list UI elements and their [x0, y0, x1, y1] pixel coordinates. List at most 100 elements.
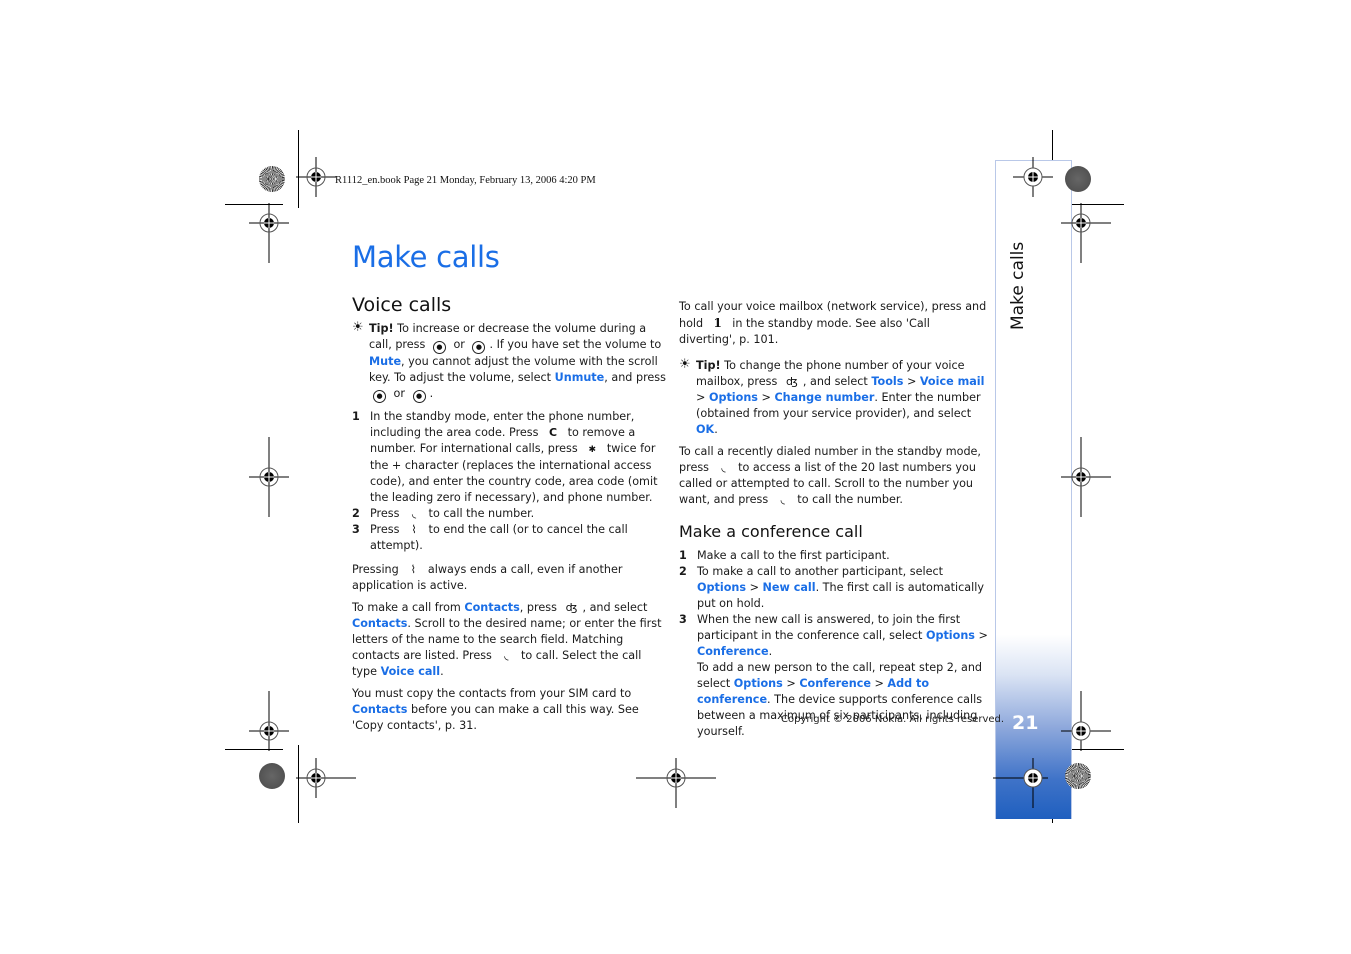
menu-ref-options: Options — [697, 581, 747, 594]
separator: > — [757, 391, 775, 404]
step-text: Press — [370, 523, 403, 536]
step-number: 1 — [352, 410, 360, 423]
registration-mark-icon — [296, 157, 336, 197]
section-heading-conference-call: Make a conference call — [679, 522, 863, 541]
separator: > — [696, 391, 709, 404]
menu-ref-conference: Conference — [799, 677, 871, 690]
menu-ref-new-call: New call — [762, 581, 816, 594]
registration-mark-icon — [249, 203, 289, 263]
paragraph-recent-calls: To call a recently dialed number in the … — [679, 444, 989, 508]
list-item: 1 Make a call to the first participant. — [679, 548, 989, 564]
list-item: 1 In the standby mode, enter the phone n… — [352, 409, 667, 506]
color-target-icon — [259, 763, 285, 789]
scroll-up-key-icon: ● — [373, 390, 386, 403]
tip-text: . — [429, 387, 434, 400]
paragraph-end-key: Pressing ⌇ always ends a call, even if a… — [352, 562, 667, 594]
step-text: To make a call to another participant, s… — [697, 565, 943, 578]
menu-ref-voice-mail: Voice mail — [919, 375, 985, 388]
tip-text: , and press — [604, 371, 666, 384]
voice-call-steps: 1 In the standby mode, enter the phone n… — [352, 409, 667, 554]
menu-ref-mute: Mute — [369, 355, 402, 368]
menu-ref-conference: Conference — [697, 645, 769, 658]
separator: > — [870, 677, 888, 690]
scroll-down-key-icon: ● — [412, 390, 426, 403]
tip-lightbulb-icon: ☀ — [352, 320, 364, 335]
scroll-down-key-icon: ● — [472, 341, 486, 354]
left-column: Voice calls ☀ Tip! To increase or decrea… — [352, 294, 667, 740]
menu-key-icon: ʤ — [565, 601, 578, 614]
menu-ref-contacts: Contacts — [352, 617, 408, 630]
menu-ref-contacts: Contacts — [464, 601, 520, 614]
end-key-icon: ⌇ — [411, 523, 417, 536]
registration-mark-icon — [249, 437, 289, 517]
section-heading-voice-calls: Voice calls — [352, 294, 452, 316]
tip-lightbulb-icon: ☀ — [679, 357, 691, 372]
conference-call-steps: 1 Make a call to the first participant. … — [679, 548, 989, 740]
registration-mark-icon — [1061, 691, 1111, 751]
paragraph-text: You must copy the contacts from your SIM… — [352, 687, 632, 700]
registration-mark-icon — [1061, 437, 1111, 517]
registration-mark-icon — [1013, 157, 1053, 197]
list-item: 2 To make a call to another participant,… — [679, 564, 989, 612]
paragraph-sim: You must copy the contacts from your SIM… — [352, 686, 667, 734]
step-number: 1 — [679, 549, 687, 562]
right-column: To call your voice mailbox (network serv… — [679, 299, 989, 740]
step-number: 3 — [352, 523, 360, 536]
paragraph-contacts: To make a call from Contacts, press ʤ, a… — [352, 600, 667, 680]
registration-mark-icon — [993, 758, 1048, 808]
step-text: When the new call is answered, to join t… — [697, 613, 961, 642]
paragraph-text: , press — [519, 601, 561, 614]
tip-text: or — [390, 387, 409, 400]
separator: > — [782, 677, 800, 690]
list-item: 3 Press ⌇ to end the call (or to cancel … — [352, 522, 667, 554]
call-key-icon: ◟ — [721, 461, 726, 474]
menu-ref-unmute: Unmute — [554, 371, 605, 384]
separator: > — [746, 581, 763, 594]
scroll-up-key-icon: ● — [432, 341, 446, 354]
separator: > — [903, 375, 920, 388]
step-text: . — [768, 645, 773, 658]
tip-text: . If you have set the volume to — [489, 338, 662, 351]
star-key-icon: ✱ — [588, 445, 597, 455]
separator: > — [974, 629, 988, 642]
chapter-tab-label: Make calls — [1008, 241, 1028, 330]
menu-ref-ok: OK — [696, 423, 715, 436]
color-target-icon — [1065, 166, 1091, 192]
list-item: 2 Press ◟ to call the number. — [352, 506, 667, 522]
page-number: 21 — [1012, 712, 1039, 734]
paragraph-voicemail: To call your voice mailbox (network serv… — [679, 299, 989, 348]
registration-mark-icon — [249, 691, 289, 751]
color-target-icon — [1065, 763, 1091, 789]
paragraph-text: , and select — [582, 601, 648, 614]
clear-key-icon: C — [548, 426, 558, 439]
tip-volume: ☀ Tip! To increase or decrease the volum… — [352, 320, 667, 403]
menu-ref-tools: Tools — [871, 375, 904, 388]
tip-label: Tip! — [696, 359, 721, 372]
page-title: Make calls — [352, 240, 500, 274]
tip-text: . — [714, 423, 718, 436]
tip-label: Tip! — [369, 322, 394, 335]
registration-mark-icon — [1061, 203, 1111, 263]
step-text: Press — [370, 507, 403, 520]
call-key-icon: ◟ — [780, 493, 785, 506]
menu-ref-contacts: Contacts — [352, 703, 408, 716]
book-header: R1112_en.book Page 21 Monday, February 1… — [335, 175, 596, 186]
step-number: 2 — [352, 507, 360, 520]
copyright-notice: Copyright © 2006 Nokia. All rights reser… — [781, 714, 1005, 725]
menu-ref-options: Options — [733, 677, 783, 690]
key-1-icon: 1 — [713, 316, 722, 330]
step-text: Make a call to the first participant. — [697, 549, 890, 562]
paragraph-text: To make a call from — [352, 601, 465, 614]
menu-key-icon: ʤ — [786, 375, 798, 388]
color-target-icon — [259, 166, 285, 192]
call-key-icon: ◟ — [504, 649, 509, 662]
call-key-icon: ◟ — [411, 507, 417, 520]
menu-ref-voice-call: Voice call — [380, 665, 441, 678]
menu-ref-options: Options — [925, 629, 975, 642]
tip-text: , and select — [802, 375, 872, 388]
step-number: 2 — [679, 565, 687, 578]
step-text: to call the number. — [425, 507, 535, 520]
registration-mark-icon — [296, 758, 356, 798]
menu-ref-change-number: Change number — [774, 391, 875, 404]
paragraph-text: Pressing — [352, 563, 403, 576]
